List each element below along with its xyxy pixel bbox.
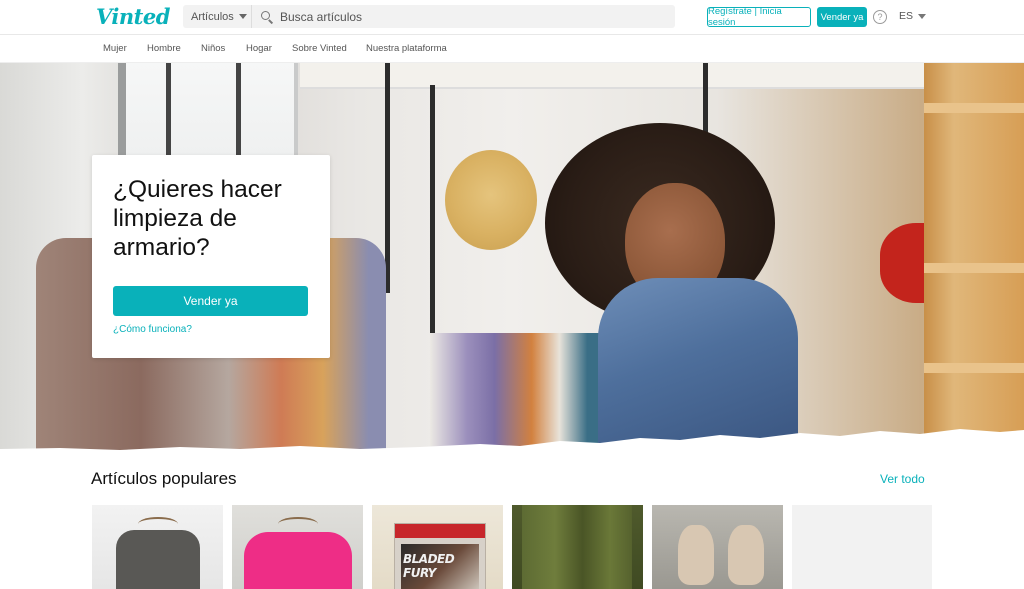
product-card[interactable] — [512, 505, 643, 589]
section-title: Artículos populares — [91, 469, 237, 488]
shelf-board — [924, 103, 1024, 113]
product-image — [244, 532, 352, 589]
product-image: BLADED FURY — [394, 523, 486, 589]
nav-item-sobre-vinted[interactable]: Sobre Vinted — [292, 43, 347, 54]
chevron-down-icon — [238, 14, 247, 19]
product-card[interactable] — [792, 505, 932, 589]
nav-item-hombre[interactable]: Hombre — [147, 43, 181, 54]
product-card[interactable] — [232, 505, 363, 589]
product-card[interactable]: BLADED FURY — [372, 505, 503, 589]
hanger-icon — [278, 517, 318, 531]
hero-card: ¿Quieres hacer limpieza de armario? Vend… — [92, 155, 330, 358]
game-title: BLADED FURY — [403, 552, 455, 580]
see-all-link[interactable]: Ver todo — [880, 472, 925, 486]
hero-sell-button[interactable]: Vender ya — [113, 286, 308, 316]
nav-item-nuestra-plataforma[interactable]: Nuestra plataforma — [366, 43, 447, 54]
help-icon[interactable]: ? — [873, 10, 887, 24]
search-bar: Artículos — [183, 5, 675, 28]
search-input[interactable] — [280, 9, 670, 24]
product-image — [116, 530, 200, 589]
login-register-button[interactable]: Regístrate | Inicia sesión — [707, 6, 811, 28]
hero-photo-beam — [300, 63, 1024, 89]
nav-item-mujer[interactable]: Mujer — [103, 43, 127, 54]
hanger-icon — [138, 517, 178, 531]
nav-item-ninos[interactable]: Niños — [201, 43, 225, 54]
clothes-rail-pipe — [385, 63, 390, 293]
hero-photo-person-jacket — [598, 278, 798, 451]
product-card[interactable] — [652, 505, 783, 589]
shelf-board — [924, 363, 1024, 373]
language-select[interactable]: ES — [899, 10, 927, 22]
hero-title: ¿Quieres hacer limpieza de armario? — [113, 176, 282, 261]
shelf-board — [924, 263, 1024, 273]
chevron-down-icon — [918, 13, 927, 19]
category-select[interactable]: Artículos — [183, 5, 252, 28]
how-it-works-link[interactable]: ¿Cómo funciona? — [113, 324, 192, 335]
product-card[interactable] — [92, 505, 223, 589]
vinted-logo[interactable]: Vinted — [96, 4, 170, 29]
product-image — [522, 505, 632, 589]
language-label: ES — [899, 10, 914, 22]
sell-now-button[interactable]: Vender ya — [817, 7, 867, 27]
category-select-label: Artículos — [191, 10, 234, 23]
game-case-header — [395, 524, 485, 538]
nav-item-hogar[interactable]: Hogar — [246, 43, 272, 54]
search-icon — [260, 10, 274, 24]
product-image — [678, 525, 714, 585]
torn-paper-edge — [0, 429, 1024, 451]
hero-photo-hat — [445, 150, 537, 250]
hero-photo-shelf — [924, 63, 1024, 451]
category-nav: Mujer Hombre Niños Hogar Sobre Vinted Nu… — [0, 35, 1024, 63]
top-header: Vinted Artículos Regístrate | Inicia ses… — [0, 0, 1024, 35]
product-image — [728, 525, 764, 585]
